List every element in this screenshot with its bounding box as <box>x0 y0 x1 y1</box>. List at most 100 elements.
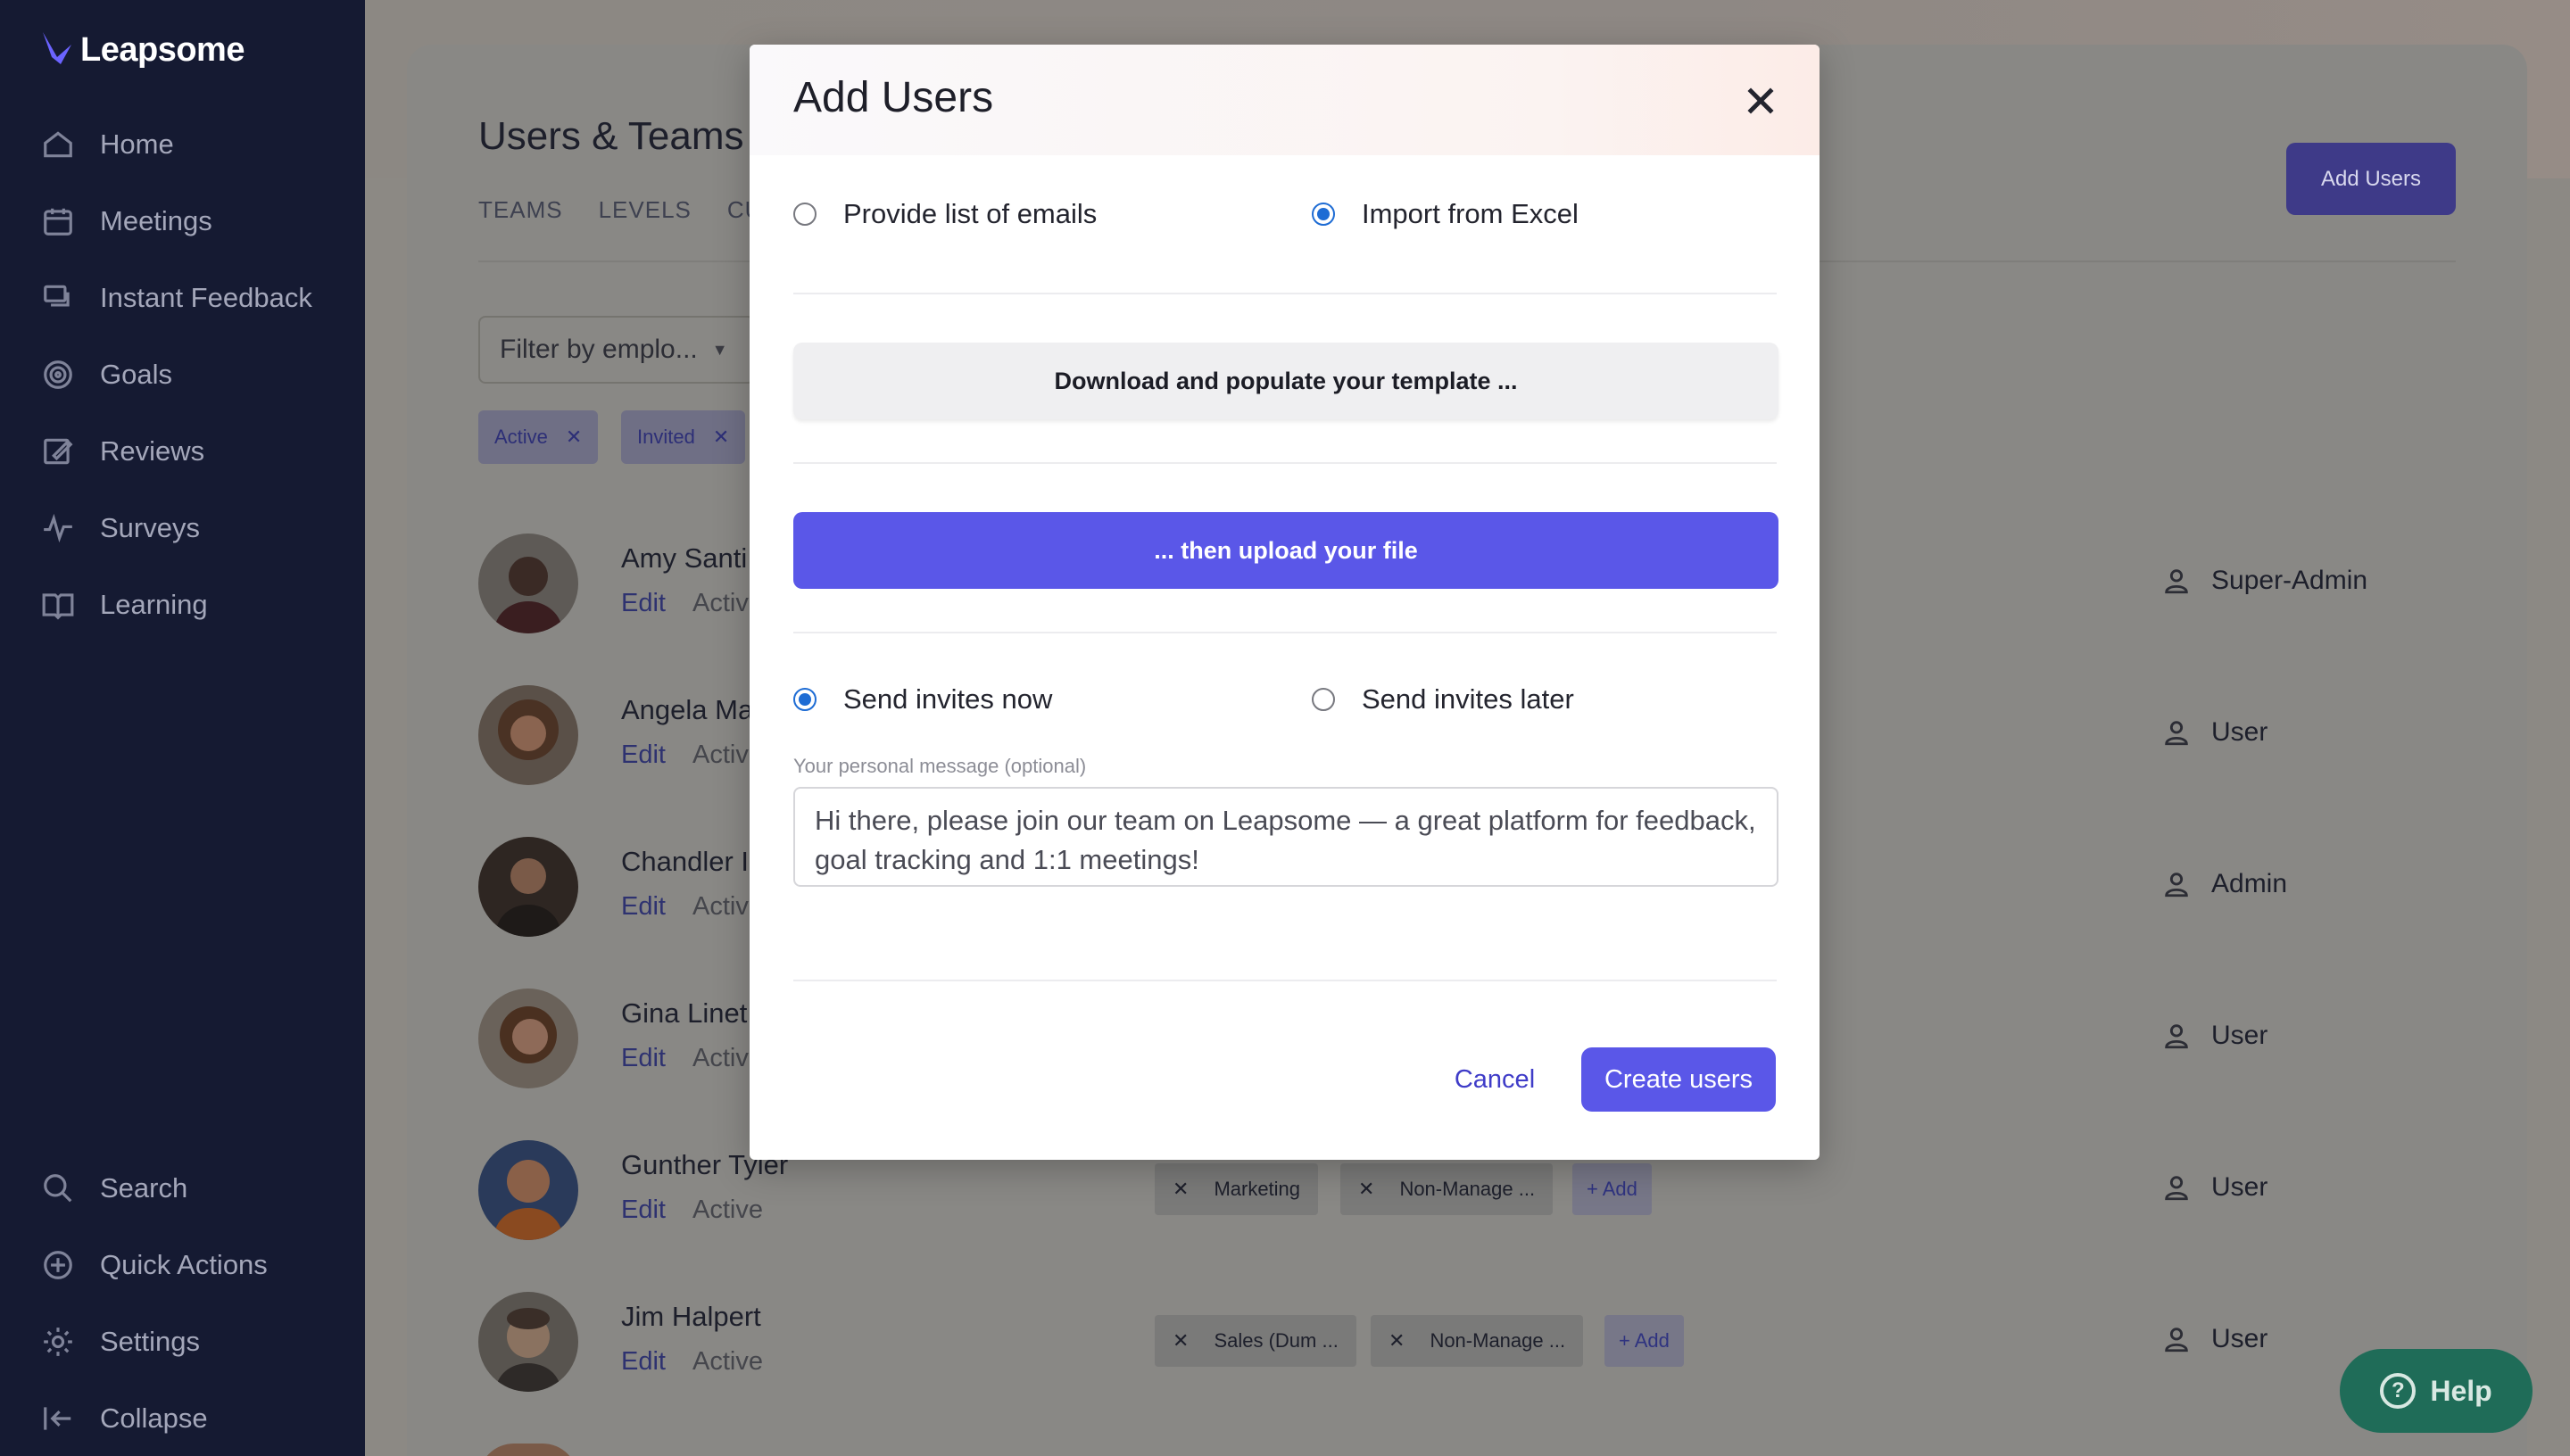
book-icon <box>42 593 74 620</box>
chevron-down-icon: ▼ <box>711 340 728 359</box>
help-button[interactable]: ? Help <box>2340 1349 2533 1433</box>
user-role[interactable]: Admin <box>2161 869 2287 899</box>
radio-label: Import from Excel <box>1362 198 1579 229</box>
add-tag-button[interactable]: + Add <box>1572 1163 1652 1215</box>
edit-link[interactable]: Edit <box>621 1195 666 1225</box>
user-name[interactable]: Gina Linet <box>621 997 747 1030</box>
team-tag[interactable]: ✕ Marketing <box>1155 1163 1319 1215</box>
user-name[interactable]: Amy Santi <box>621 542 747 575</box>
tab-levels[interactable]: LEVELS <box>599 196 692 224</box>
user-icon <box>2165 721 2188 746</box>
close-button[interactable] <box>1738 79 1783 123</box>
target-icon <box>44 360 72 389</box>
user-name[interactable]: Chandler I <box>621 846 749 878</box>
filter-chip-active[interactable]: Active ✕ <box>478 410 599 464</box>
sidebar-item-label: Surveys <box>100 512 200 543</box>
leapsome-bird-icon <box>43 32 71 64</box>
radio-provide-emails[interactable]: Provide list of emails <box>793 198 1097 230</box>
radio-label: Send invites later <box>1362 683 1574 715</box>
tab-teams[interactable]: TEAMS <box>478 196 563 224</box>
user-name[interactable]: Angela Ma <box>621 694 753 726</box>
user-icon <box>2165 1328 2188 1353</box>
sidebar-item-meetings[interactable]: Meetings <box>41 200 212 243</box>
filter-placeholder: Filter by emplo... <box>500 335 698 364</box>
radio-button[interactable] <box>793 203 817 226</box>
divider <box>793 462 1777 464</box>
edit-link[interactable]: Edit <box>621 1347 666 1377</box>
role-label: User <box>2211 717 2268 747</box>
edit-link[interactable]: Edit <box>621 1044 666 1073</box>
sidebar-item-reviews[interactable]: Reviews <box>41 430 204 473</box>
leapsome-logo[interactable]: Leapsome <box>39 30 245 70</box>
radio-send-invites-now[interactable]: Send invites now <box>793 683 1052 716</box>
user-icon <box>2165 1176 2188 1201</box>
radio-button[interactable] <box>793 688 817 711</box>
edit-link[interactable]: Edit <box>621 589 666 618</box>
user-name[interactable]: Jim Halpert <box>621 1301 761 1333</box>
user-status: Activ <box>692 892 749 921</box>
add-users-button[interactable]: Add Users <box>2286 143 2456 215</box>
create-users-button[interactable]: Create users <box>1581 1047 1776 1112</box>
calendar-icon <box>44 208 72 236</box>
download-template-button[interactable]: Download and populate your template ... <box>793 343 1778 419</box>
employee-filter-select[interactable]: Filter by emplo... ▼ <box>478 316 755 384</box>
tag-label: Sales (Dum ... <box>1214 1329 1339 1352</box>
level-tag[interactable]: ✕ Non-Manage ... <box>1371 1315 1584 1367</box>
close-icon[interactable]: ✕ <box>713 426 729 449</box>
sidebar: Leapsome Home Meetings Instant Feedback … <box>0 0 365 1456</box>
sidebar-item-learning[interactable]: Learning <box>41 583 208 626</box>
close-icon <box>1747 87 1774 114</box>
sidebar-item-label: Collapse <box>100 1402 208 1434</box>
sidebar-item-home[interactable]: Home <box>41 123 174 166</box>
close-icon[interactable]: ✕ <box>1389 1329 1405 1353</box>
sidebar-item-surveys[interactable]: Surveys <box>41 507 200 550</box>
sidebar-item-settings[interactable]: Settings <box>41 1320 200 1363</box>
help-label: Help <box>2430 1374 2492 1407</box>
close-icon[interactable]: ✕ <box>566 426 582 449</box>
user-role[interactable]: Super-Admin <box>2161 566 2367 596</box>
role-label: Super-Admin <box>2211 566 2368 595</box>
sidebar-item-quick-actions[interactable]: Quick Actions <box>41 1244 268 1286</box>
chip-label: Invited <box>637 426 695 448</box>
sidebar-item-search[interactable]: Search <box>41 1167 187 1210</box>
plus-circle-icon <box>44 1251 72 1279</box>
close-icon[interactable]: ✕ <box>1173 1178 1189 1201</box>
radio-label: Send invites now <box>843 683 1053 715</box>
user-role[interactable]: User <box>2161 1021 2267 1051</box>
pulse-icon <box>44 513 72 543</box>
user-role[interactable]: User <box>2161 717 2267 748</box>
close-icon[interactable]: ✕ <box>1358 1178 1374 1201</box>
tag-label: Non-Manage ... <box>1430 1329 1566 1352</box>
radio-send-invites-later[interactable]: Send invites later <box>1312 683 1574 716</box>
radio-button[interactable] <box>1312 203 1335 226</box>
user-role[interactable]: User <box>2161 1324 2267 1354</box>
sidebar-item-label: Quick Actions <box>100 1249 268 1280</box>
cancel-button[interactable]: Cancel <box>1437 1047 1553 1112</box>
level-tag[interactable]: ✕ Non-Manage ... <box>1340 1163 1554 1215</box>
tag-label: Marketing <box>1214 1178 1301 1200</box>
user-status: Active <box>692 1195 763 1224</box>
personal-message-textarea[interactable]: Hi there, please join our team on Leapso… <box>793 787 1778 887</box>
chip-label: Active <box>494 426 548 448</box>
sidebar-item-instant-feedback[interactable]: Instant Feedback <box>41 277 312 319</box>
logo-text: Leapsome <box>80 30 245 69</box>
radio-button[interactable] <box>1312 688 1335 711</box>
filter-chip-invited[interactable]: Invited ✕ <box>621 410 746 464</box>
user-status: Activ <box>692 1044 749 1072</box>
upload-file-button[interactable]: ... then upload your file <box>793 512 1778 589</box>
edit-link[interactable]: Edit <box>621 892 666 922</box>
sidebar-item-goals[interactable]: Goals <box>41 353 172 396</box>
user-icon <box>2165 1024 2188 1049</box>
avatar <box>478 1292 578 1392</box>
avatar <box>478 1140 578 1240</box>
user-role[interactable]: User <box>2161 1172 2267 1203</box>
edit-link[interactable]: Edit <box>621 740 666 770</box>
page-title: Users & Teams <box>478 114 744 158</box>
radio-import-excel[interactable]: Import from Excel <box>1312 198 1579 230</box>
team-tag[interactable]: ✕ Sales (Dum ... <box>1155 1315 1356 1367</box>
add-tag-button[interactable]: + Add <box>1604 1315 1684 1367</box>
sidebar-item-collapse[interactable]: Collapse <box>41 1397 208 1440</box>
tag-label: Non-Manage ... <box>1399 1178 1536 1200</box>
close-icon[interactable]: ✕ <box>1173 1329 1189 1353</box>
divider <box>793 980 1777 981</box>
